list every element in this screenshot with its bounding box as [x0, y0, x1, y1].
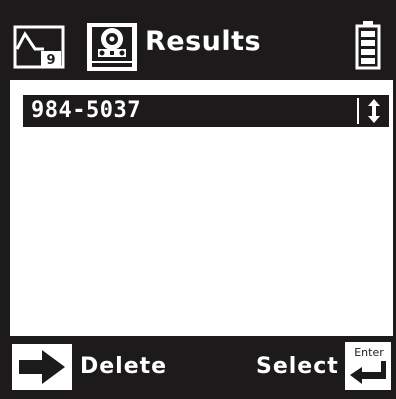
- right-arrow-icon: [12, 344, 72, 390]
- waveform-icon: 9: [13, 25, 65, 69]
- header-bar: 9 Results: [0, 0, 396, 80]
- enter-key-icon: Enter: [345, 342, 391, 390]
- page-title: Results: [145, 26, 262, 57]
- list-item[interactable]: 984-5037: [23, 95, 389, 127]
- row-divider: [357, 98, 359, 124]
- up-down-arrow-icon[interactable]: [364, 98, 384, 124]
- delete-label: Delete: [80, 354, 168, 379]
- battery-icon: [355, 21, 381, 70]
- tape-drive-icon: [87, 23, 137, 71]
- waveform-badge: 9: [46, 53, 55, 68]
- enter-key-label: Enter: [354, 346, 384, 359]
- device-frame: 9 Results 984-5037 Delete Select Enter: [0, 0, 396, 399]
- list-item-label: 984-5037: [31, 98, 141, 123]
- select-label: Select: [256, 354, 339, 379]
